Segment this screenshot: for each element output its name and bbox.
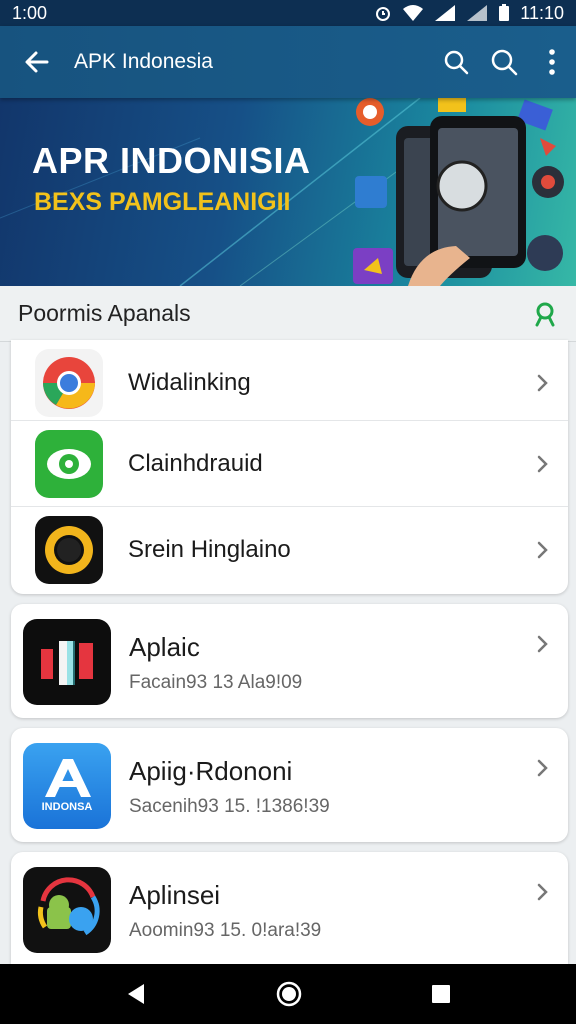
app-name: Aplinsei [129, 880, 221, 910]
nav-back-icon[interactable] [124, 982, 148, 1006]
app-list-group: Widalinking Clainhdrauid Srein Hinglaino [11, 340, 568, 594]
signal-icon [435, 5, 456, 21]
search-icon [491, 49, 518, 76]
banner-subtitle: BEXS PAMGLEANIGII [34, 188, 291, 216]
nav-home-icon[interactable] [275, 980, 303, 1008]
chevron-right-icon [537, 541, 548, 558]
list-item-label: Srein Hinglaino [128, 535, 291, 563]
app-bar: APK Indonesia [0, 26, 576, 98]
section-title: Poormis Apanals [18, 300, 191, 326]
wifi-icon [403, 5, 424, 21]
app-subtitle: Sacenih93 15. !1386!39 [129, 796, 330, 817]
battery-icon [499, 4, 510, 21]
a-logo-icon: INDONSA [23, 743, 111, 829]
app-title: APK Indonesia [74, 50, 213, 73]
promo-banner[interactable]: APR INDONISIA BEXS PAMGLEANIGII [0, 98, 576, 286]
chrome-style-icon [35, 349, 103, 417]
status-time-right: 11:10 [520, 2, 564, 23]
search-button[interactable] [432, 26, 480, 98]
app-card[interactable]: INDONSA Apiig·Rdononi Sacenih93 15. !138… [11, 728, 568, 842]
banner-title: APR INDONISIA [32, 140, 311, 181]
more-vert-icon [549, 49, 555, 75]
status-time-left: 1:00 [12, 2, 48, 23]
search-button-2[interactable] [480, 26, 528, 98]
list-item-label: Clainhdrauid [128, 449, 263, 477]
alarm-icon [376, 7, 391, 21]
green-eye-icon [35, 429, 103, 498]
system-nav-bar [0, 964, 576, 1024]
sun-gear-icon [35, 515, 103, 584]
status-bar: 1:00 11:10 [0, 0, 576, 26]
section-header: Poormis Apanals [0, 286, 576, 342]
list-item[interactable]: Widalinking [11, 340, 568, 426]
person-search-icon[interactable] [532, 301, 558, 327]
chevron-right-icon [537, 759, 548, 777]
icon-text: INDONSA [41, 801, 93, 813]
arrow-left-icon [25, 51, 49, 73]
android-swirl-icon [23, 867, 111, 953]
app-subtitle: Aoomin93 15. 0!ara!39 [129, 920, 322, 941]
app-card[interactable]: Aplaic Facain93 13 Ala9!09 [11, 604, 568, 718]
app-name: Aplaic [129, 632, 200, 662]
app-card[interactable]: Aplinsei Aoomin93 15. 0!ara!39 [11, 852, 568, 964]
app-subtitle: Facain93 13 Ala9!09 [129, 672, 303, 693]
chevron-right-icon [537, 883, 548, 901]
list-item[interactable]: Clainhdrauid [11, 420, 568, 506]
back-button[interactable] [0, 26, 74, 98]
list-item-label: Widalinking [128, 369, 251, 396]
app-name: Apiig·Rdononi [129, 756, 293, 786]
chevron-right-icon [537, 455, 548, 472]
list-item[interactable]: Srein Hinglaino [11, 506, 568, 592]
nav-recents-icon[interactable] [430, 983, 452, 1005]
chevron-right-icon [537, 374, 548, 392]
signal-icon-2 [467, 5, 488, 21]
chevron-right-icon [537, 635, 548, 653]
more-options-button[interactable] [528, 26, 576, 98]
tiktok-style-icon [23, 619, 111, 705]
search-icon [444, 50, 469, 75]
